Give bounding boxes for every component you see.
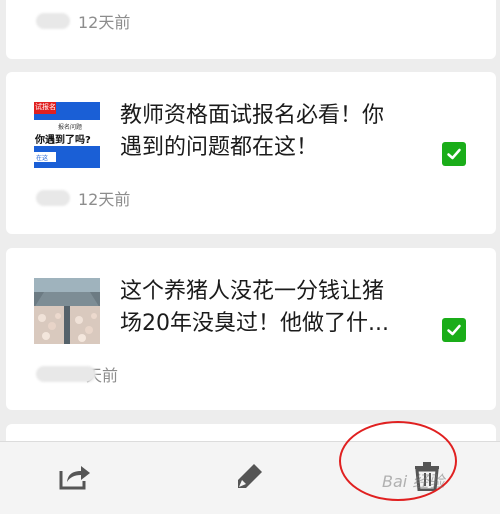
article-thumbnail [34, 278, 100, 344]
watermark: Bai 经验 [382, 472, 445, 491]
thumb-text-top: 试报名 [35, 103, 56, 111]
favorite-item-1[interactable]: 12天前 [6, 0, 496, 59]
source-avatar-blurred [36, 366, 96, 382]
edit-tag-button[interactable] [228, 456, 272, 496]
thumb-text-sub: 报名问题 [58, 124, 83, 131]
item-time: 12天前 [78, 13, 131, 32]
item-meta: 天前 [36, 362, 118, 386]
source-avatar-blurred [36, 190, 70, 206]
share-button[interactable] [53, 456, 97, 496]
title-line-2: 遇到的问题都在这！ [120, 135, 319, 160]
item-meta: 12天前 [36, 186, 130, 210]
select-checkbox[interactable] [442, 142, 466, 166]
favorite-item-3[interactable]: 这个养猪人没花一分钱让猪 场20年没臭过！他做了什... 天前 [6, 248, 496, 410]
title-line-2: 场20年没臭过！他做了什... [120, 311, 389, 336]
share-icon [59, 466, 90, 490]
item-time: 12天前 [78, 190, 131, 209]
article-title: 这个养猪人没花一分钱让猪 场20年没臭过！他做了什... [120, 276, 430, 340]
favorite-item-2[interactable]: 试报名 报名问题 你遇到了吗? 在这 教师资格面试报名必看！你 遇到的问题都在这… [6, 72, 496, 234]
source-avatar-blurred [36, 13, 70, 29]
thumb-text-bottom: 在这 [36, 155, 49, 162]
item-meta: 12天前 [36, 9, 130, 33]
article-title: 教师资格面试报名必看！你 遇到的问题都在这！ [120, 100, 430, 164]
edit-tag-icon [238, 464, 262, 488]
title-line-1: 教师资格面试报名必看！你 [120, 103, 385, 128]
thumb-text-main: 你遇到了吗? [35, 135, 91, 146]
article-thumbnail: 试报名 报名问题 你遇到了吗? 在这 [34, 102, 100, 168]
check-icon [447, 324, 461, 336]
title-line-1: 这个养猪人没花一分钱让猪 [120, 279, 385, 304]
select-checkbox[interactable] [442, 318, 466, 342]
check-icon [447, 148, 461, 160]
